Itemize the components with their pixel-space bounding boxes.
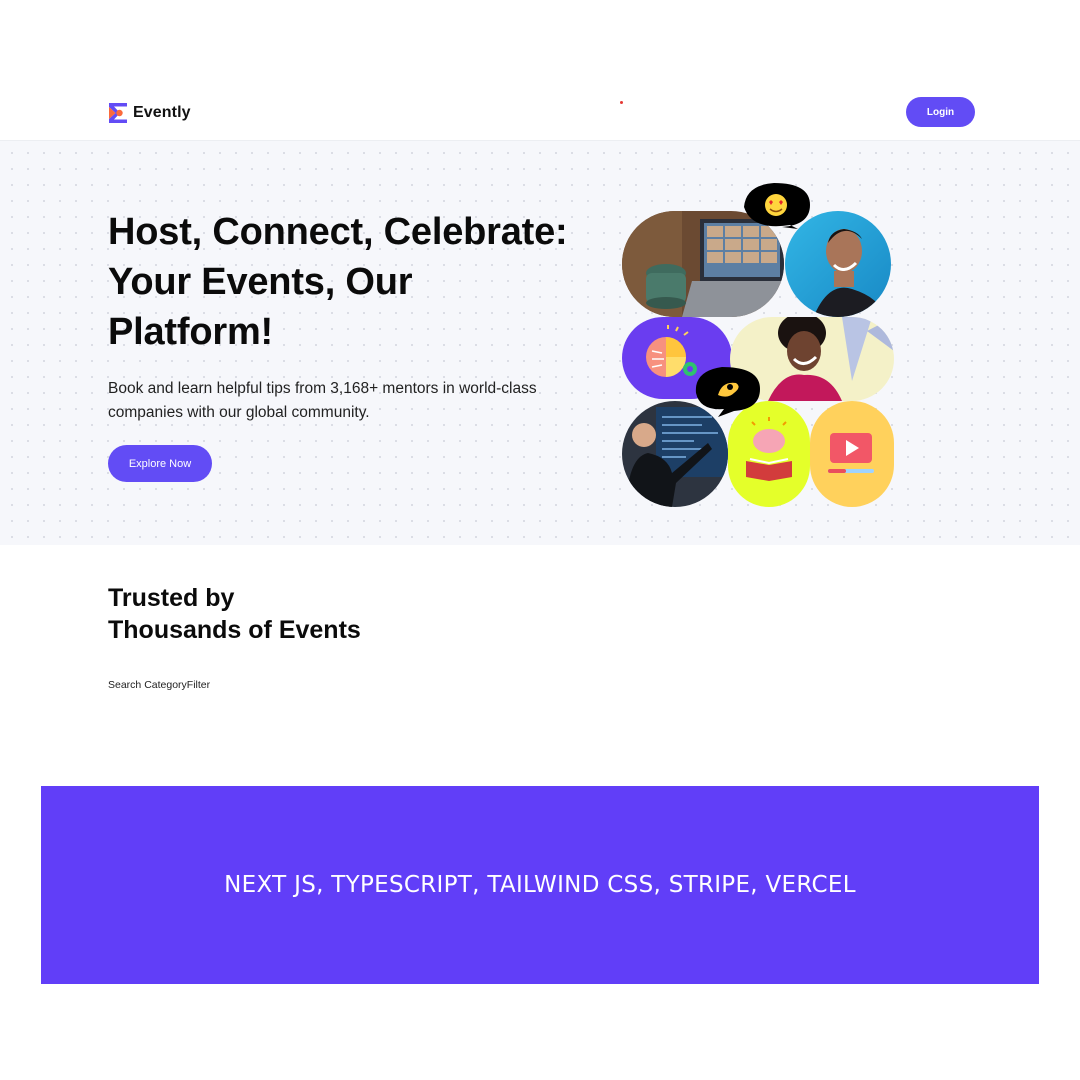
search-label[interactable]: Search (108, 679, 141, 691)
video-call-laptop-photo (622, 211, 784, 317)
brand-logo[interactable]: Evently (108, 101, 191, 125)
hero-section: Host, Connect, Celebrate: Your Events, O… (0, 141, 1080, 545)
page: Evently Login Host, Connect, Celebrate: … (0, 0, 1080, 1080)
video-play-illustration (810, 401, 894, 507)
trusted-heading-line2: Thousands of Events (108, 616, 361, 644)
hero-subtitle: Book and learn helpful tips from 3,168+ … (108, 380, 537, 421)
tech-stack-text: NEXT JS, TYPESCRIPT, TAILWIND CSS, STRIP… (224, 872, 856, 898)
explore-now-button[interactable]: Explore Now (108, 445, 212, 482)
hero-collage (622, 183, 894, 507)
evently-logo-icon (109, 103, 127, 123)
nav-dot (620, 101, 623, 104)
filter-row: Search CategoryFilter (108, 679, 210, 691)
brand-name: Evently (133, 104, 191, 121)
tech-stack-banner: NEXT JS, TYPESCRIPT, TAILWIND CSS, STRIP… (41, 786, 1039, 984)
site-header: Evently Login (0, 84, 1080, 141)
login-button[interactable]: Login (906, 97, 975, 127)
laughing-man-photo (785, 211, 891, 317)
trusted-heading-line1: Trusted by (108, 584, 235, 612)
brain-book-illustration (728, 401, 810, 507)
presenter-at-screen-photo (622, 401, 728, 507)
category-filter-label[interactable]: CategoryFilter (144, 679, 210, 691)
hero-title: Host, Connect, Celebrate: Your Events, O… (108, 211, 568, 353)
trusted-heading: Trusted by Thousands of Events (108, 582, 508, 646)
